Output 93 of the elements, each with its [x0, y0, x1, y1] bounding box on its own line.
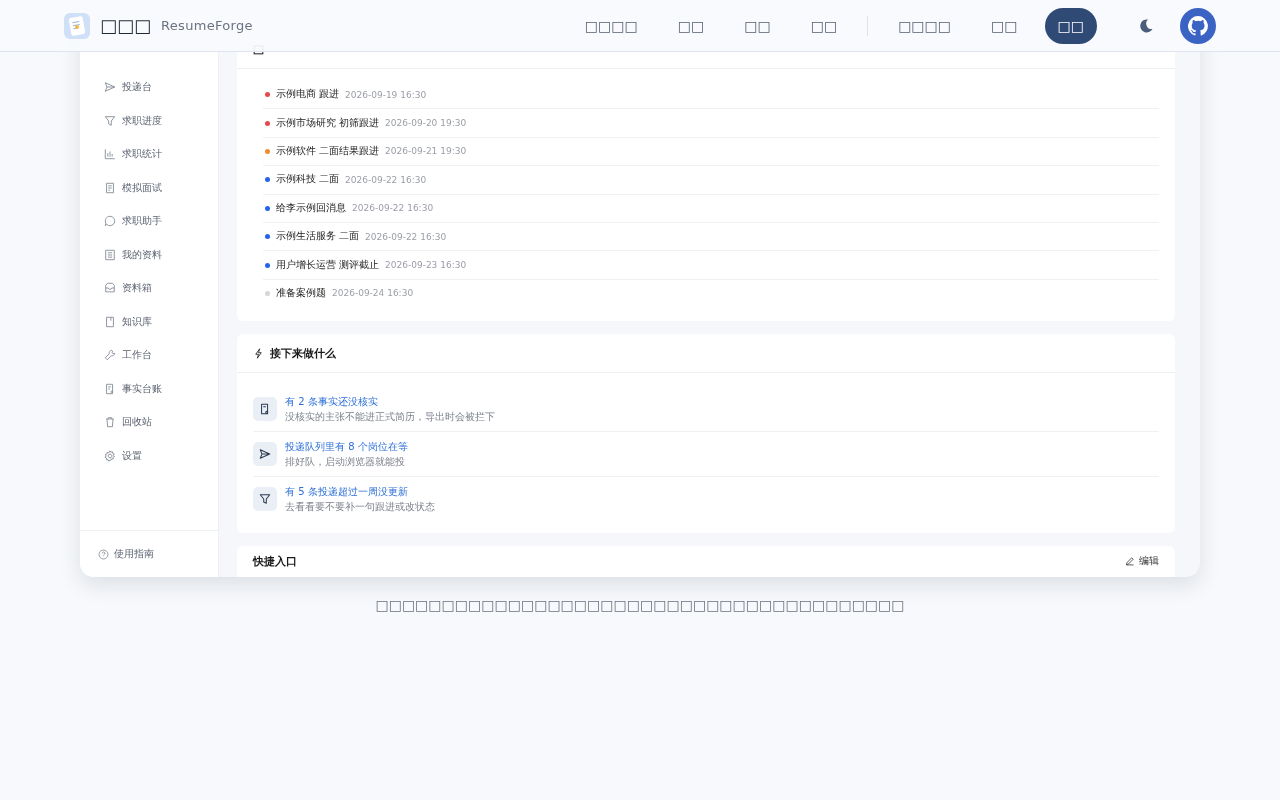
reminder-time: 2026-09-19 16:30 [345, 89, 427, 100]
reminder-item[interactable]: 给李示例回消息 2026-09-22 16:30 [263, 194, 1159, 223]
lightning-icon [253, 347, 264, 359]
next-step-title: 投递队列里有 8 个岗位在等 [285, 439, 408, 454]
bar-chart-icon [104, 148, 116, 161]
reminder-time: 2026-09-22 16:30 [352, 203, 434, 214]
send-icon [253, 442, 277, 467]
reminder-time: 2026-09-22 16:30 [345, 174, 427, 185]
logo-icon [64, 12, 90, 39]
caption: □□□□□□□□□□□□□□□□□□□□□□□□□□□□□□□□□□□□□□□□ [375, 597, 905, 613]
reminder-time: 2026-09-20 19:30 [385, 118, 467, 129]
next-step-hint: 没核实的主张不能进正式简历，导出时会被拦下 [285, 409, 495, 424]
reminder-item[interactable]: 示例生活服务 二面 2026-09-22 16:30 [263, 222, 1159, 252]
reminder-item[interactable]: 准备案例题 2026-09-24 16:30 [263, 279, 1159, 308]
sidebar-item[interactable]: 投递台 [104, 70, 218, 104]
sidebar-label: 求职进度 [122, 113, 162, 128]
next-step-title: 有 2 条事实还没核实 [285, 394, 379, 409]
sidebar-label: 工作台 [122, 348, 152, 363]
reminder-time: 2026-09-24 16:30 [332, 288, 414, 299]
reminder-title: 示例软件 二面结果跟进 [276, 144, 380, 158]
reminder-time: 2026-09-21 19:30 [385, 146, 467, 157]
nav-tab[interactable]: □□□□ [571, 7, 651, 44]
reminder-item[interactable]: 示例科技 二面 2026-09-22 16:30 [263, 166, 1159, 195]
sidebar-item[interactable]: 我的资料 [104, 238, 218, 272]
sidebar-item[interactable]: 知识库 [104, 305, 218, 339]
sidebar-item[interactable]: 求职助手 [104, 204, 218, 238]
next-step-item[interactable]: 有 5 条投递超过一周没更新 去看看要不要补一句跟进或改状态 [253, 477, 1159, 522]
next-step-hint: 去看看要不要补一句跟进或改状态 [285, 499, 435, 514]
sidebar-label: 知识库 [122, 314, 152, 329]
sidebar-label: 求职统计 [122, 147, 162, 162]
next-step-hint: 排好队，启动浏览器就能投 [285, 454, 406, 469]
wrench-icon [104, 349, 116, 362]
send-icon [104, 81, 116, 94]
ledger-icon [253, 397, 277, 422]
trash-icon [104, 416, 116, 429]
sidebar-item[interactable]: 事实台账 [104, 372, 218, 406]
help-icon [98, 548, 109, 560]
nav-tab[interactable]: □□ [1044, 7, 1097, 44]
nav-tab[interactable]: □□ [978, 7, 1031, 44]
edit-button[interactable]: 编辑 [1125, 554, 1159, 569]
sidebar-item[interactable]: 回收站 [104, 405, 218, 439]
gear-icon [104, 449, 116, 462]
nav-tab[interactable]: □□ [797, 7, 851, 44]
reminder-title: 示例电商 跟进 [276, 88, 340, 102]
reminder-title: 用户增长运营 测评截止 [276, 258, 380, 272]
sidebar-label: 投递台 [122, 80, 152, 95]
reminder-item[interactable]: 示例软件 二面结果跟进 2026-09-21 19:30 [263, 137, 1159, 167]
sidebar-label: 设置 [122, 448, 142, 463]
reminder-title: 给李示例回消息 [276, 201, 346, 215]
sidebar-label: 模拟面试 [122, 180, 162, 195]
next-step-item[interactable]: 有 2 条事实还没核实 没核实的主张不能进正式简历，导出时会被拦下 [253, 387, 1159, 433]
sidebar-label: 事实台账 [122, 381, 162, 396]
sidebar-item[interactable]: 求职进度 [104, 104, 218, 138]
inbox-icon [104, 282, 116, 295]
brand-subtitle: ResumeForge [161, 18, 253, 33]
form-icon [104, 181, 116, 194]
github-button[interactable] [1180, 7, 1216, 44]
sidebar-item[interactable]: 工作台 [104, 338, 218, 372]
reminder-title: 准备案例题 [276, 286, 326, 300]
reminder-item[interactable]: 示例电商 跟进 2026-09-19 16:30 [263, 81, 1159, 110]
list-icon [104, 248, 116, 261]
sidebar-item[interactable]: 资料箱 [104, 271, 218, 305]
pencil-icon [1125, 556, 1135, 567]
github-icon [1188, 15, 1208, 36]
reminder-title: 示例科技 二面 [276, 173, 340, 187]
book-icon [104, 315, 116, 328]
sidebar-item[interactable]: 设置 [104, 439, 218, 473]
help-label: 使用指南 [114, 547, 154, 561]
reminder-time: 2026-09-23 16:30 [385, 260, 467, 271]
reminder-time: 2026-09-22 16:30 [365, 231, 447, 242]
nav-tab[interactable]: □□ [731, 7, 784, 44]
card-title: 接下来做什么 [270, 345, 336, 361]
ledger-icon [104, 382, 116, 395]
sidebar-label: 我的资料 [122, 247, 162, 262]
sidebar-label: 资料箱 [122, 281, 152, 296]
brand-name: □□□ [100, 15, 152, 36]
nav-tab[interactable]: □□ [664, 7, 718, 44]
sidebar-item[interactable]: 模拟面试 [104, 171, 218, 205]
reminder-item[interactable]: 用户增长运营 测评截止 2026-09-23 16:30 [263, 251, 1159, 280]
reminder-title: 示例市场研究 初筛跟进 [276, 116, 380, 130]
next-step-item[interactable]: 投递队列里有 8 个岗位在等 排好队，启动浏览器就能投 [253, 432, 1159, 478]
reminder-title: 示例生活服务 二面 [276, 230, 360, 244]
sidebar-item[interactable]: 求职统计 [104, 137, 218, 171]
funnel-icon [104, 114, 116, 127]
reminder-item[interactable]: 示例市场研究 初筛跟进 2026-09-20 19:30 [263, 109, 1159, 138]
sidebar-label: 求职助手 [122, 214, 162, 229]
funnel-icon [253, 487, 277, 512]
nav-tab[interactable]: □□□□ [885, 7, 965, 44]
chat-icon [104, 215, 116, 228]
sidebar-label: 回收站 [122, 415, 152, 430]
card-title: 快捷入口 [253, 554, 297, 570]
help-link[interactable]: 使用指南 [80, 530, 218, 577]
next-step-title: 有 5 条投递超过一周没更新 [285, 484, 409, 499]
